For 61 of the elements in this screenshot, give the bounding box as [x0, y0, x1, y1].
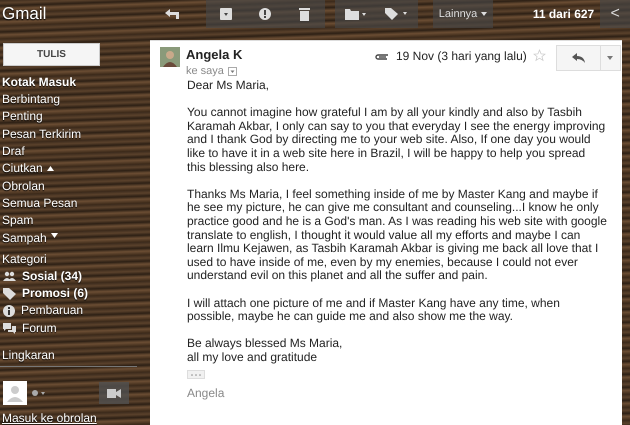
nav-item[interactable]: Obrolan — [0, 178, 150, 195]
more-dropdown[interactable]: Lainnya — [433, 0, 493, 28]
sender-name: Angela K — [186, 47, 244, 62]
signature-text: Angela — [187, 387, 226, 402]
exclamation-icon — [259, 8, 272, 20]
category-item[interactable]: Pembaruan — [21, 302, 84, 320]
section-heading: Kategori — [1, 250, 48, 268]
closing-line: Be always blessed Ms Maria, — [187, 337, 344, 351]
caret-icon — [50, 232, 58, 238]
nav-item[interactable]: Sampah — [0, 230, 47, 247]
collapse-link[interactable]: Ciutkan — [0, 160, 43, 178]
move-to-button[interactable] — [334, 0, 377, 28]
gmail-logo: Gmail — [1, 3, 48, 25]
previous-button[interactable]: < — [600, 0, 630, 28]
status-dropdown-icon[interactable] — [32, 390, 46, 396]
greeting-text: Dear Ms Maria, — [187, 79, 270, 93]
collapse-arrow-icon — [46, 166, 54, 172]
message-date: 19 Nov (3 hari yang lalu) — [396, 49, 527, 63]
closing-line: all my love and gratitude — [187, 350, 318, 364]
sign-in-chat-link[interactable]: Masuk ke obrolan — [0, 405, 150, 425]
avatar-icon — [3, 381, 27, 405]
trash-icon — [299, 7, 310, 21]
nav-item[interactable]: Draf — [0, 143, 150, 160]
recipient-text: ke saya — [186, 65, 224, 77]
star-icon[interactable] — [532, 49, 546, 62]
category-item[interactable]: Sosial (34) — [22, 268, 82, 286]
category-item[interactable]: Promosi (6) — [22, 285, 88, 302]
section-heading: Lingkaran — [0, 347, 137, 367]
caret-icon — [607, 56, 614, 60]
delete-button[interactable] — [285, 0, 325, 28]
reply-button[interactable] — [556, 45, 601, 71]
nav-item[interactable]: Kotak Masuk — [0, 74, 150, 92]
nav-item[interactable]: Penting — [0, 108, 150, 126]
nav-item[interactable]: Semua Pesan — [0, 194, 150, 212]
reply-arrow-icon — [572, 53, 585, 63]
tag-icon — [3, 288, 16, 300]
nav-item[interactable]: Spam — [0, 212, 150, 230]
details-dropdown-icon[interactable] — [228, 66, 237, 76]
archive-button[interactable] — [206, 0, 246, 28]
paragraph: Thanks Ms Maria, I feel something inside of me by Master Kang and maybe if he see my picture, he can give me consultant and counseling...I know he only practice good and he is a God's man. As I was reading his web site with google translate to english, I thought it would value all my efforts and maybe I can learn Ilmu Kejawen, as Tasbih Karamah Akbar is giving me back all love that I used to have inside of me, even by my enemies, because I could not ever understand evil on this planet and all the suffer and pain. — [187, 188, 607, 283]
info-icon — [3, 305, 15, 318]
nav-item[interactable]: Pesan Terkirim — [0, 126, 150, 144]
ellipsis-icon — [191, 374, 201, 376]
folder-icon — [344, 8, 367, 20]
paragraph: I will attach one picture of me and if Master Kang have any time, when possible, maybe he can guide me and also show me the way. — [187, 296, 561, 324]
archive-icon — [220, 8, 232, 20]
paragraph: You cannot imagine how grateful I am by all your kindly and also by Tasbih Karamah Akbar, I only can say to you that everyday I see the energy improving and I thank God by directing me to your web site. Also, If one day you would like to have it in a web site here in Brazil, I will be happy to help you spread this blessing also here. — [187, 106, 606, 174]
labels-button[interactable] — [376, 0, 418, 28]
tag-icon — [385, 8, 410, 20]
sender-avatar-icon — [160, 47, 180, 67]
back-arrow-icon — [164, 9, 179, 19]
category-item[interactable]: Forum — [22, 320, 57, 337]
people-icon — [3, 271, 16, 282]
chat-bubbles-icon — [3, 322, 16, 334]
more-options-button[interactable] — [600, 45, 621, 71]
caret-icon — [481, 12, 488, 16]
video-camera-icon — [107, 388, 121, 398]
nav-item[interactable]: Berbintang — [0, 91, 150, 108]
video-call-button[interactable] — [99, 382, 129, 404]
message-counter: 11 dari 627 — [532, 7, 594, 21]
compose-button[interactable]: TULIS — [3, 43, 100, 66]
